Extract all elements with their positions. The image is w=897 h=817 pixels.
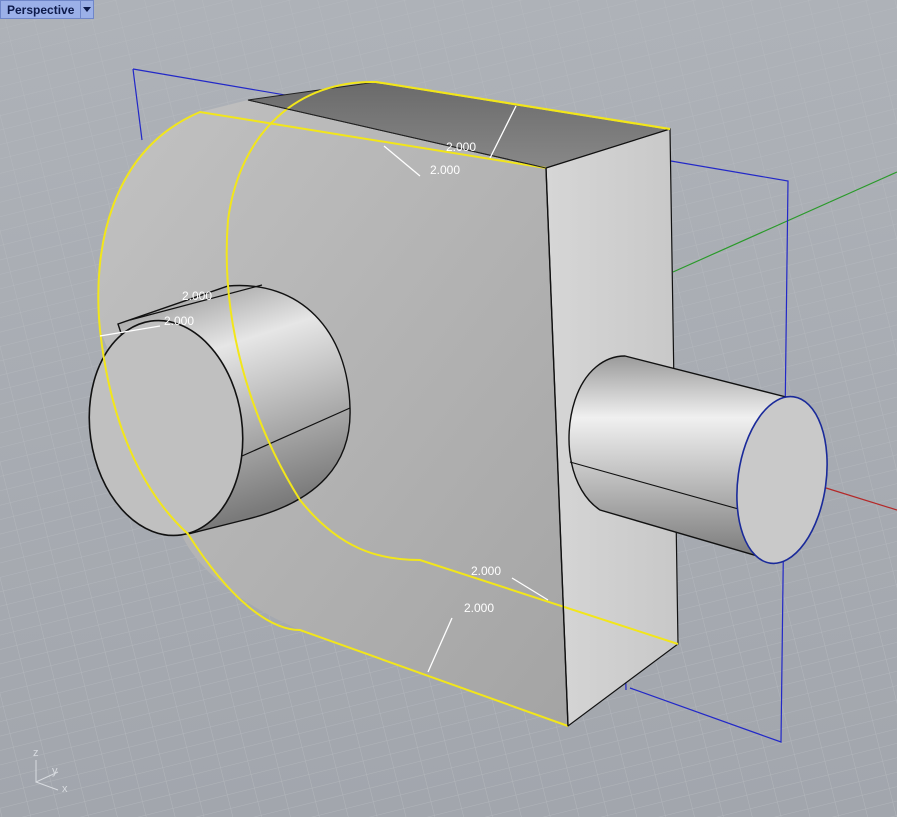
dimension-label[interactable]: 2.000: [164, 314, 194, 328]
dimension-label[interactable]: 2.000: [182, 289, 212, 303]
dimension-label[interactable]: 2.000: [446, 140, 476, 154]
scene-canvas[interactable]: 2.000 2.000 2.000 2.000 2.000 2.000 z y …: [0, 0, 897, 817]
perspective-viewport[interactable]: Perspective 2.000 2.000 2.000 2.000 2.00…: [0, 0, 897, 817]
dimension-label[interactable]: 2.000: [464, 601, 494, 615]
viewport-menu-arrow-icon[interactable]: [80, 0, 95, 19]
axis-y-label: y: [52, 765, 58, 777]
dimension-label[interactable]: 2.000: [471, 564, 501, 578]
dimension-label[interactable]: 2.000: [430, 163, 460, 177]
axis-z-label: z: [33, 747, 39, 759]
viewport-tab[interactable]: Perspective: [0, 0, 95, 19]
viewport-title[interactable]: Perspective: [0, 0, 81, 19]
axis-x-label: x: [62, 783, 68, 795]
